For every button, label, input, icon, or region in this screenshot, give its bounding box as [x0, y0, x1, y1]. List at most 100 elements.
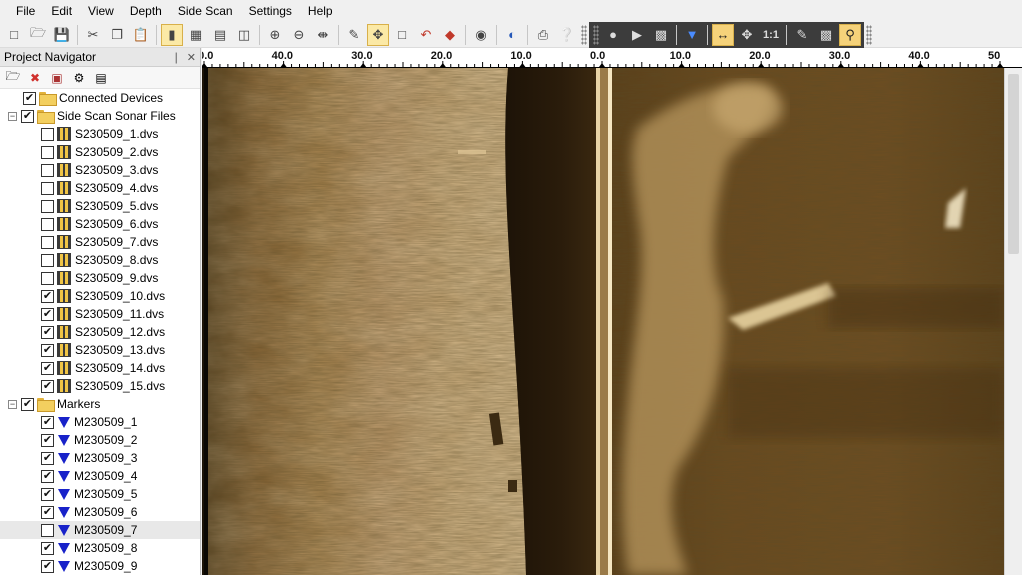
split-view-icon[interactable]: ◫: [233, 24, 255, 46]
tree-item-marker[interactable]: ✔ M230509_6: [0, 503, 200, 521]
tree-item-side-scan-folder[interactable]: − ✔ Side Scan Sonar Files: [0, 107, 200, 125]
side-scan-sonar-image[interactable]: [208, 68, 1004, 575]
tree-item-marker[interactable]: ✔ M230509_9: [0, 557, 200, 575]
menu-file[interactable]: File: [8, 0, 43, 22]
tree-item-sonar-file[interactable]: S230509_3.dvs: [0, 161, 200, 179]
paste-icon[interactable]: 📋: [130, 24, 152, 46]
visibility-checkbox[interactable]: ✔: [41, 307, 54, 321]
visibility-checkbox[interactable]: ✔: [41, 289, 54, 303]
menu-side-scan[interactable]: Side Scan: [170, 0, 241, 22]
tree-item-sonar-file[interactable]: S230509_9.dvs: [0, 269, 200, 287]
visibility-checkbox[interactable]: ✔: [41, 343, 54, 357]
tree-item-sonar-file[interactable]: ✔ S230509_15.dvs: [0, 377, 200, 395]
vertical-scroll-thumb[interactable]: [1008, 74, 1019, 254]
visibility-checkbox[interactable]: [41, 523, 54, 537]
menu-help[interactable]: Help: [300, 0, 341, 22]
tree-item-sonar-file[interactable]: ✔ S230509_10.dvs: [0, 287, 200, 305]
tree-item-marker[interactable]: ✔ M230509_3: [0, 449, 200, 467]
pan-move-icon[interactable]: ✥: [367, 23, 389, 46]
film-strip-icon[interactable]: ▤: [209, 24, 231, 46]
visibility-checkbox[interactable]: [41, 163, 54, 177]
magnifier-icon[interactable]: ⚲: [839, 23, 861, 46]
open-file-icon[interactable]: 🗁: [4, 69, 22, 87]
visibility-checkbox[interactable]: ✔: [23, 91, 36, 105]
fit-horizontal-icon[interactable]: ↔: [712, 23, 734, 46]
menu-depth[interactable]: Depth: [122, 0, 170, 22]
toolbar-grip[interactable]: [866, 24, 872, 45]
visibility-checkbox[interactable]: ✔: [41, 451, 54, 465]
toolbar-grip[interactable]: [593, 24, 599, 45]
tree-item-sonar-file[interactable]: S230509_5.dvs: [0, 197, 200, 215]
toolbar-grip[interactable]: [581, 24, 587, 45]
details-icon[interactable]: ▤: [92, 69, 110, 87]
tree-item-marker[interactable]: ✔ M230509_1: [0, 413, 200, 431]
visibility-checkbox[interactable]: ✔: [41, 487, 54, 501]
visibility-checkbox[interactable]: [41, 271, 54, 285]
tree-item-sonar-file[interactable]: ✔ S230509_14.dvs: [0, 359, 200, 377]
cut-icon[interactable]: ✂: [82, 24, 104, 46]
tree-item-marker[interactable]: ✔ M230509_2: [0, 431, 200, 449]
pencil-icon[interactable]: ✎: [791, 24, 813, 46]
close-panel-icon[interactable]: ✕: [187, 51, 196, 64]
sonar-view-icon[interactable]: ▮: [161, 23, 183, 46]
tree-item-marker[interactable]: ✔ M230509_5: [0, 485, 200, 503]
sonar-image-view[interactable]: 50.0 40.0 30.0 20.0 10.0 0.0 10.0 20.0 30.0 40.0 5…: [202, 48, 1022, 575]
visibility-checkbox[interactable]: ✔: [41, 415, 54, 429]
play-icon[interactable]: ▶: [626, 24, 648, 46]
visibility-checkbox[interactable]: [41, 217, 54, 231]
menu-edit[interactable]: Edit: [43, 0, 80, 22]
measure-ruler-icon[interactable]: ✎: [343, 24, 365, 46]
print-icon[interactable]: ⎙: [532, 24, 554, 46]
tree-item-sonar-file[interactable]: ✔ S230509_13.dvs: [0, 341, 200, 359]
visibility-checkbox[interactable]: ✔: [41, 559, 54, 573]
visibility-checkbox[interactable]: [41, 199, 54, 213]
undo-icon[interactable]: ↶: [415, 24, 437, 46]
tree-item-marker[interactable]: ✔ M230509_8: [0, 539, 200, 557]
fit-width-icon[interactable]: ⇼: [312, 24, 334, 46]
sonar-waterfall-icon[interactable]: ▦: [185, 24, 207, 46]
menu-settings[interactable]: Settings: [241, 0, 300, 22]
tree-item-sonar-file[interactable]: S230509_4.dvs: [0, 179, 200, 197]
eraser-icon[interactable]: ◆: [439, 24, 461, 46]
color-palette-icon[interactable]: ▩: [815, 24, 837, 46]
fit-all-icon[interactable]: ✥: [736, 24, 758, 46]
visibility-checkbox[interactable]: ✔: [41, 361, 54, 375]
zoom-in-icon[interactable]: ⊕: [264, 24, 286, 46]
collapse-toggle[interactable]: −: [8, 111, 17, 121]
save-icon[interactable]: 💾: [51, 24, 73, 46]
pin-icon[interactable]: ❘: [172, 51, 181, 64]
visibility-checkbox[interactable]: ✔: [41, 541, 54, 555]
tree-item-sonar-file[interactable]: S230509_8.dvs: [0, 251, 200, 269]
delete-icon[interactable]: ✖: [26, 69, 44, 87]
visibility-checkbox[interactable]: ✔: [21, 397, 34, 411]
copy-icon[interactable]: ❐: [106, 24, 128, 46]
visibility-checkbox[interactable]: [41, 181, 54, 195]
tree-item-marker[interactable]: ✔ M230509_4: [0, 467, 200, 485]
properties-icon[interactable]: ⚙: [70, 69, 88, 87]
tree-item-markers-folder[interactable]: − ✔ Markers: [0, 395, 200, 413]
menu-view[interactable]: View: [80, 0, 122, 22]
tree-item-marker[interactable]: M230509_7: [0, 521, 200, 539]
record-target-icon[interactable]: ◉: [470, 24, 492, 46]
record-icon[interactable]: ●: [602, 24, 624, 46]
visibility-checkbox[interactable]: ✔: [41, 325, 54, 339]
export-icon[interactable]: ▩: [650, 24, 672, 46]
visibility-checkbox[interactable]: [41, 127, 54, 141]
visibility-checkbox[interactable]: ✔: [41, 379, 54, 393]
zoom-out-icon[interactable]: ⊖: [288, 24, 310, 46]
visibility-checkbox[interactable]: ✔: [41, 433, 54, 447]
collapse-toggle[interactable]: −: [8, 399, 17, 409]
tree-item-sonar-file[interactable]: S230509_7.dvs: [0, 233, 200, 251]
remove-icon[interactable]: ▣: [48, 69, 66, 87]
vertical-scrollbar[interactable]: [1004, 68, 1022, 575]
visibility-checkbox[interactable]: ✔: [41, 469, 54, 483]
tree-item-sonar-file[interactable]: S230509_2.dvs: [0, 143, 200, 161]
visibility-checkbox[interactable]: [41, 145, 54, 159]
visibility-checkbox[interactable]: ✔: [41, 505, 54, 519]
visibility-checkbox[interactable]: ✔: [21, 109, 34, 123]
visibility-checkbox[interactable]: [41, 235, 54, 249]
visibility-checkbox[interactable]: [41, 253, 54, 267]
rectangle-select-icon[interactable]: □: [391, 24, 413, 46]
tree-item-sonar-file[interactable]: ✔ S230509_11.dvs: [0, 305, 200, 323]
tree-item-sonar-file[interactable]: S230509_6.dvs: [0, 215, 200, 233]
